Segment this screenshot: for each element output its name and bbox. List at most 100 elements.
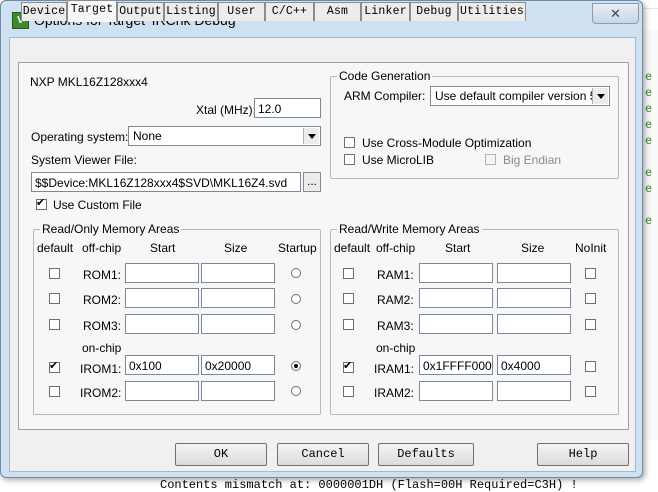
compiler-label: ARM Compiler: bbox=[344, 89, 426, 103]
ram1-size-input[interactable] bbox=[497, 263, 571, 283]
ram2-label: RAM2: bbox=[377, 293, 414, 307]
use-custom-file-checkbox[interactable]: ✔ bbox=[36, 197, 47, 210]
big-endian-label: Big Endian bbox=[503, 153, 562, 167]
tab-output[interactable]: Output bbox=[117, 2, 164, 21]
rom-header-size: Size bbox=[224, 241, 248, 255]
code-generation-title: Code Generation bbox=[337, 69, 433, 83]
help-button[interactable]: Help bbox=[537, 443, 629, 466]
ram1-noinit-checkbox[interactable] bbox=[585, 268, 596, 279]
rom2-startup-radio[interactable] bbox=[291, 294, 301, 304]
background-text: e bbox=[645, 182, 653, 196]
iram2-label: IRAM2: bbox=[374, 386, 415, 400]
ram-header-start: Start bbox=[445, 241, 471, 255]
irom2-start-input[interactable] bbox=[125, 381, 199, 401]
rom-header-offchip: off-chip bbox=[82, 241, 122, 255]
ram1-start-input[interactable] bbox=[419, 263, 493, 283]
rom3-start-input[interactable] bbox=[125, 314, 199, 334]
compiler-select[interactable]: Use default compiler version 5 bbox=[430, 86, 610, 106]
iram1-start-input[interactable]: 0x1FFFF000 bbox=[419, 355, 493, 375]
ram3-label: RAM3: bbox=[377, 319, 414, 333]
background-text: e bbox=[645, 70, 653, 84]
tab-linker[interactable]: Linker bbox=[361, 2, 410, 21]
tab-listing[interactable]: Listing bbox=[164, 2, 218, 21]
rom3-startup-radio[interactable] bbox=[291, 320, 301, 330]
ram2-start-input[interactable] bbox=[419, 288, 493, 308]
compiler-select-value: Use default compiler version 5 bbox=[435, 89, 597, 103]
rom1-start-input[interactable] bbox=[125, 263, 199, 283]
ram2-default-checkbox[interactable] bbox=[343, 293, 354, 304]
irom1-startup-radio[interactable] bbox=[291, 361, 301, 371]
os-select[interactable]: None bbox=[128, 126, 321, 146]
iram1-size-input[interactable]: 0x4000 bbox=[497, 355, 571, 375]
tab-asm[interactable]: Asm bbox=[314, 2, 361, 21]
ram2-noinit-checkbox[interactable] bbox=[585, 293, 596, 304]
irom1-default-checkbox[interactable]: ✔ bbox=[49, 360, 60, 373]
big-endian-checkbox bbox=[485, 154, 496, 165]
ok-button[interactable]: OK bbox=[175, 443, 267, 466]
microlib-label: Use MicroLIB bbox=[362, 153, 435, 167]
tab-debug[interactable]: Debug bbox=[410, 2, 458, 21]
background-text: e bbox=[645, 118, 653, 132]
rom1-startup-radio[interactable] bbox=[291, 268, 301, 278]
iram1-label: IRAM1: bbox=[374, 362, 415, 376]
cross-module-label: Use Cross-Module Optimization bbox=[362, 136, 532, 150]
ram-header-size: Size bbox=[521, 241, 545, 255]
tab-target[interactable]: Target bbox=[67, 0, 117, 22]
svd-label: System Viewer File: bbox=[31, 153, 137, 167]
tab-user[interactable]: User bbox=[218, 2, 265, 21]
background-text: e bbox=[645, 214, 653, 228]
rom1-default-checkbox[interactable] bbox=[49, 268, 60, 279]
xtal-label: Xtal (MHz): bbox=[196, 103, 256, 117]
ram1-default-checkbox[interactable] bbox=[343, 268, 354, 279]
background-text: e bbox=[645, 102, 653, 116]
rom1-size-input[interactable] bbox=[201, 263, 275, 283]
rom3-label: ROM3: bbox=[83, 319, 122, 333]
cross-module-checkbox[interactable] bbox=[344, 137, 355, 148]
tab-device[interactable]: Device bbox=[21, 2, 67, 21]
irom1-label: IROM1: bbox=[80, 362, 122, 376]
irom2-default-checkbox[interactable] bbox=[49, 386, 60, 397]
iram2-start-input[interactable] bbox=[419, 381, 493, 401]
rom3-default-checkbox[interactable] bbox=[49, 319, 60, 330]
iram1-default-checkbox[interactable]: ✔ bbox=[343, 360, 354, 373]
xtal-input[interactable]: 12.0 bbox=[254, 98, 321, 118]
irom1-start-input[interactable]: 0x100 bbox=[125, 355, 199, 375]
ram-header-offchip: off-chip bbox=[376, 241, 416, 255]
svd-browse-button[interactable]: ... bbox=[303, 172, 321, 192]
rom2-default-checkbox[interactable] bbox=[49, 293, 60, 304]
rom3-size-input[interactable] bbox=[201, 314, 275, 334]
ram3-size-input[interactable] bbox=[497, 314, 571, 334]
rom2-size-input[interactable] bbox=[201, 288, 275, 308]
rom-header-start: Start bbox=[150, 241, 176, 255]
iram2-default-checkbox[interactable] bbox=[343, 386, 354, 397]
iram1-noinit-checkbox[interactable] bbox=[585, 361, 596, 372]
rom-areas-title: Read/Only Memory Areas bbox=[40, 222, 182, 236]
ram3-noinit-checkbox[interactable] bbox=[585, 319, 596, 330]
os-select-value: None bbox=[133, 129, 162, 143]
ram-header-noinit: NoInit bbox=[575, 241, 607, 255]
tab-c-cpp[interactable]: C/C++ bbox=[265, 2, 314, 21]
microlib-checkbox[interactable] bbox=[344, 154, 355, 165]
tab-utilities[interactable]: Utilities bbox=[458, 2, 526, 21]
device-name: NXP MKL16Z128xxx4 bbox=[30, 75, 148, 89]
irom1-size-input[interactable]: 0x20000 bbox=[201, 355, 275, 375]
close-button[interactable]: ✕ bbox=[592, 3, 639, 24]
ram2-size-input[interactable] bbox=[497, 288, 571, 308]
iram2-noinit-checkbox[interactable] bbox=[585, 386, 596, 397]
chevron-down-icon[interactable] bbox=[592, 88, 608, 104]
svd-file-input[interactable]: $$Device:MKL16Z128xxx4$SVD\MKL16Z4.svd bbox=[31, 172, 301, 192]
irom2-startup-radio[interactable] bbox=[291, 386, 301, 396]
cancel-button[interactable]: Cancel bbox=[277, 443, 369, 466]
ram3-start-input[interactable] bbox=[419, 314, 493, 334]
ram3-default-checkbox[interactable] bbox=[343, 319, 354, 330]
irom2-size-input[interactable] bbox=[201, 381, 275, 401]
chevron-down-icon[interactable] bbox=[303, 128, 319, 144]
iram2-size-input[interactable] bbox=[497, 381, 571, 401]
use-custom-file-label: Use Custom File bbox=[53, 198, 142, 212]
rom2-start-input[interactable] bbox=[125, 288, 199, 308]
ram-areas-title: Read/Write Memory Areas bbox=[337, 222, 482, 236]
check-icon: ✔ bbox=[36, 197, 46, 209]
background-text: e bbox=[645, 166, 653, 180]
defaults-button[interactable]: Defaults bbox=[378, 443, 474, 466]
check-icon: ✔ bbox=[49, 360, 59, 372]
